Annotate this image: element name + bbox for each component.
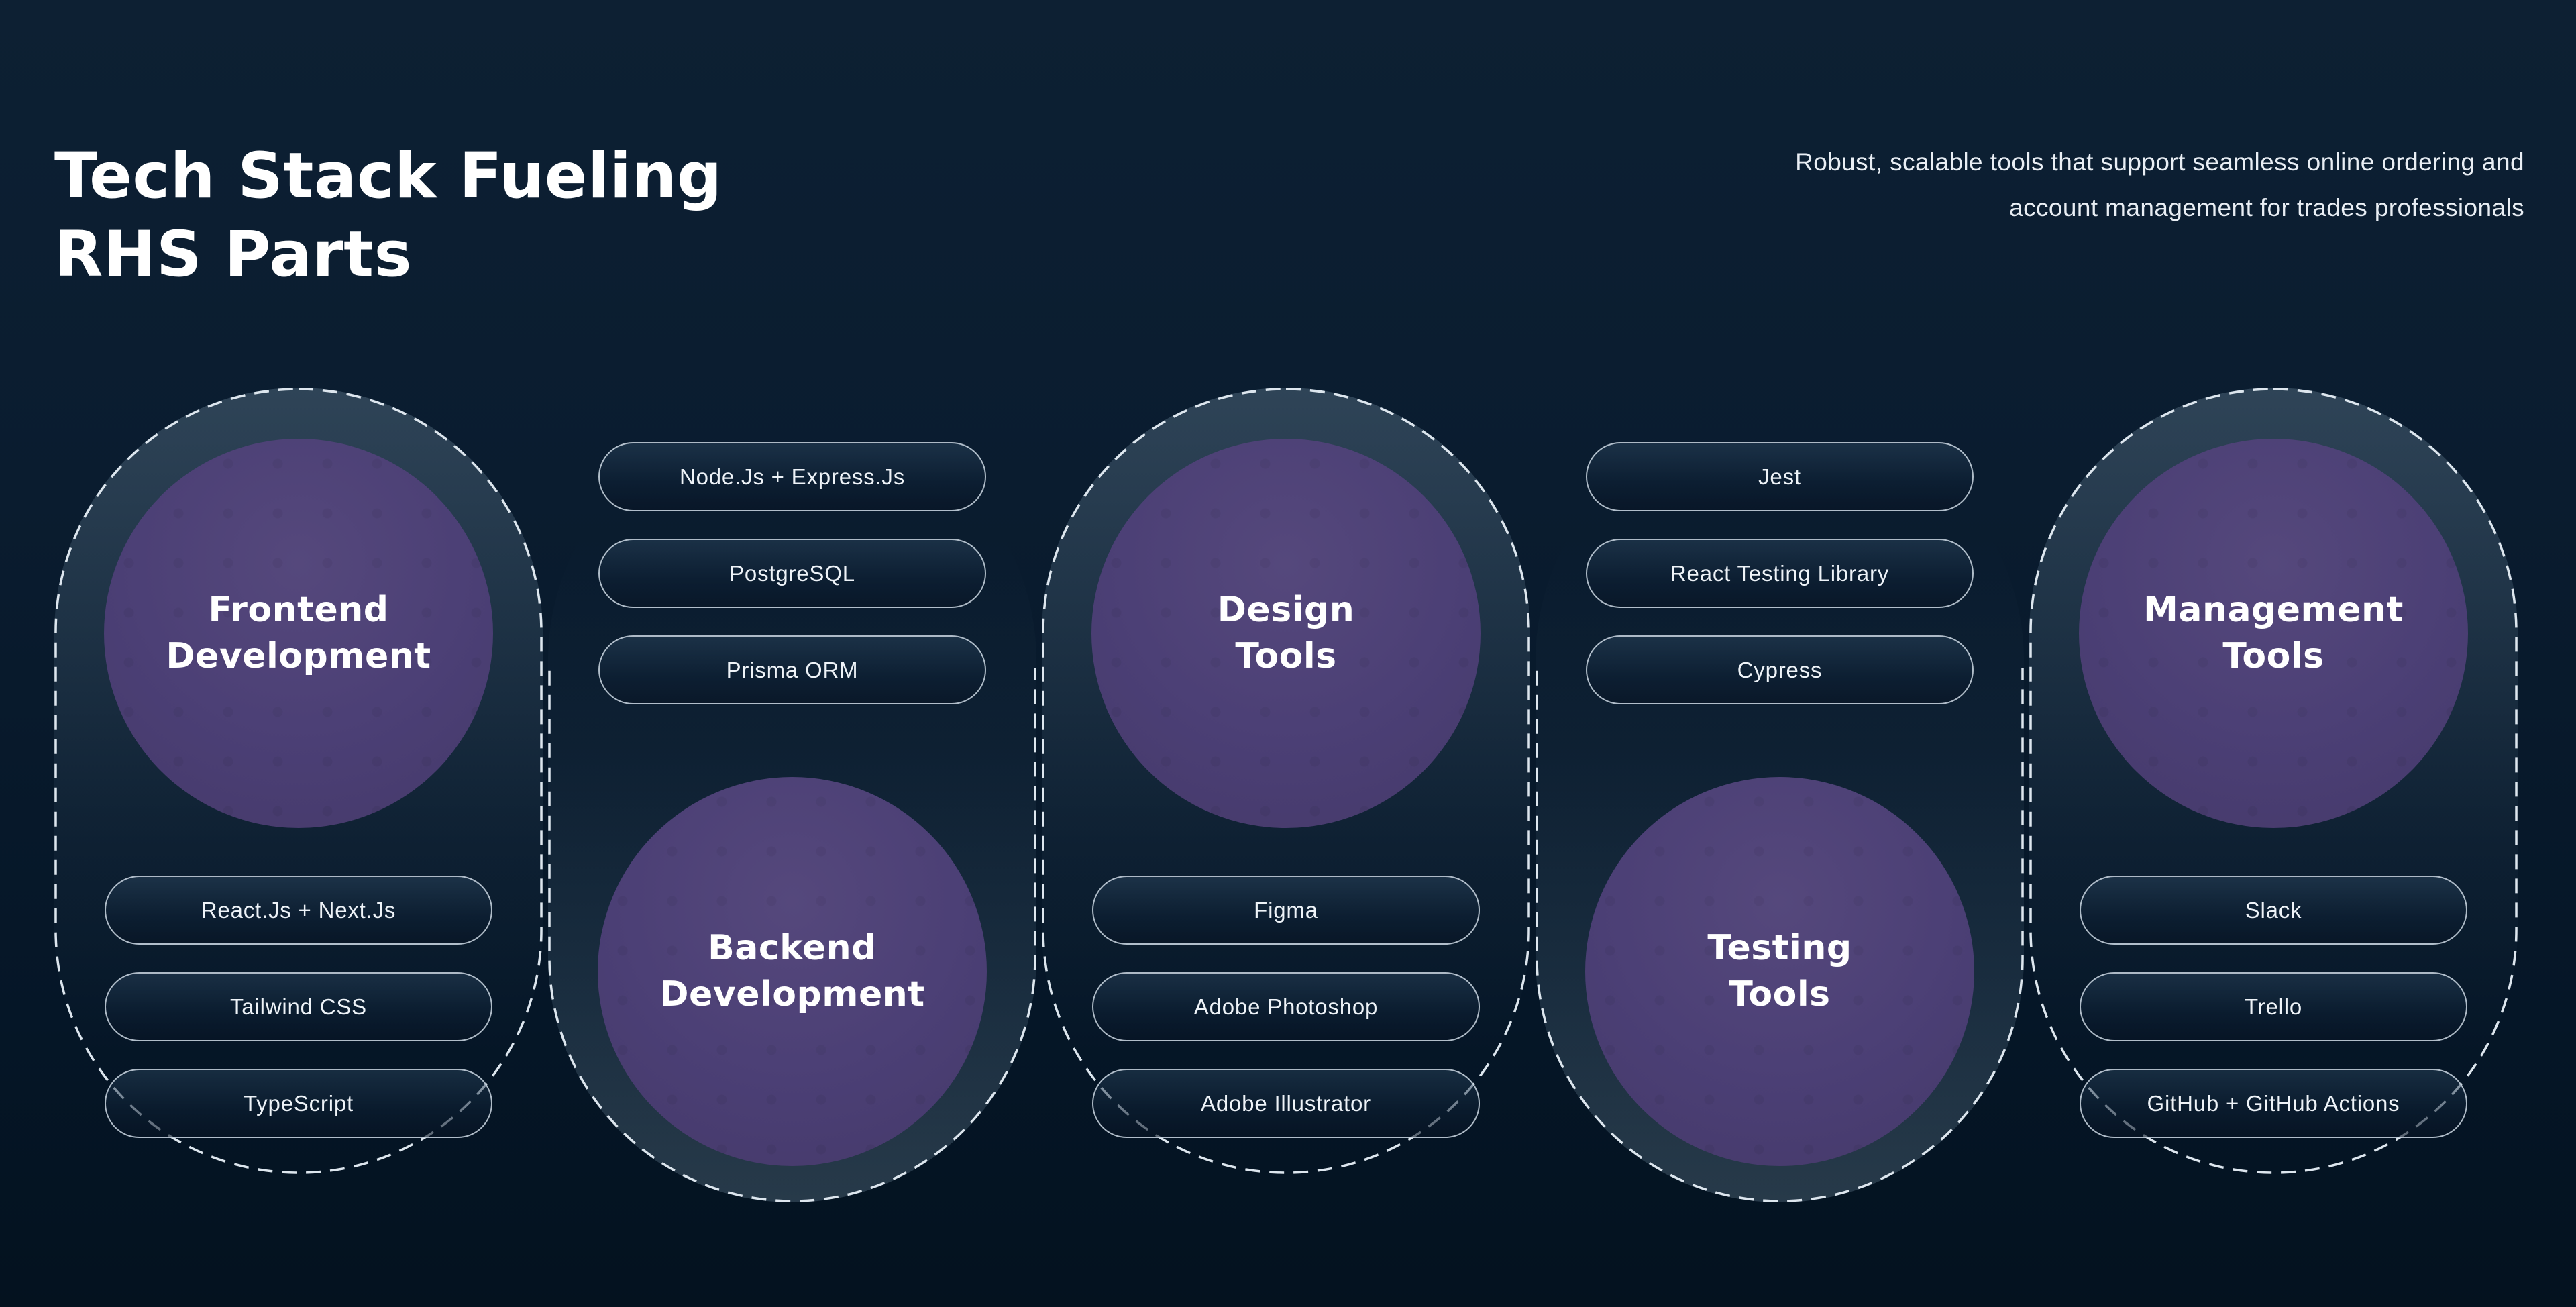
tech-pill-label: Jest bbox=[1758, 464, 1801, 490]
tech-pill-label: TypeScript bbox=[244, 1091, 354, 1116]
category-circle: Testing Tools bbox=[1585, 777, 1974, 1166]
category-circle: Design Tools bbox=[1091, 439, 1481, 828]
category-title: Testing Tools bbox=[1707, 925, 1851, 1017]
tech-pill: Prisma ORM bbox=[598, 635, 986, 704]
tech-pill-label: Adobe Illustrator bbox=[1201, 1091, 1371, 1116]
tech-pill: Tailwind CSS bbox=[105, 972, 492, 1041]
category-column-management-tools: Management Tools Slack Trello GitHub + G… bbox=[2029, 388, 2518, 1174]
category-title: Backend Development bbox=[659, 925, 924, 1017]
page-subtitle: Robust, scalable tools that support seam… bbox=[1451, 140, 2524, 231]
tech-pill-label: PostgreSQL bbox=[729, 561, 855, 586]
tech-pill: Trello bbox=[2080, 972, 2467, 1041]
tech-pill-label: Prisma ORM bbox=[727, 658, 859, 683]
tech-pill: React.Js + Next.Js bbox=[105, 876, 492, 945]
tech-pill-label: GitHub + GitHub Actions bbox=[2147, 1091, 2400, 1116]
tech-pill: GitHub + GitHub Actions bbox=[2080, 1069, 2467, 1138]
tech-pill: PostgreSQL bbox=[598, 539, 986, 608]
category-circle: Management Tools bbox=[2079, 439, 2468, 828]
category-title: Management Tools bbox=[2143, 587, 2404, 679]
tech-pill: Figma bbox=[1092, 876, 1480, 945]
infographic-page: { "header": { "title_lines": ["Tech Stac… bbox=[0, 0, 2576, 1307]
category-column-testing-tools: Jest React Testing Library Cypress Testi… bbox=[1536, 416, 2024, 1202]
category-title: Design Tools bbox=[1218, 587, 1354, 679]
tech-pill-label: React.Js + Next.Js bbox=[201, 898, 396, 923]
category-title: Frontend Development bbox=[166, 587, 431, 679]
category-circle: Frontend Development bbox=[104, 439, 493, 828]
tech-pill: Adobe Photoshop bbox=[1092, 972, 1480, 1041]
tech-pill-label: Slack bbox=[2245, 898, 2302, 923]
category-column-frontend-development: Frontend Development React.Js + Next.Js … bbox=[54, 388, 543, 1174]
tech-pill-label: Adobe Photoshop bbox=[1194, 994, 1378, 1020]
tech-pill: TypeScript bbox=[105, 1069, 492, 1138]
category-column-design-tools: Design Tools Figma Adobe Photoshop Adobe… bbox=[1042, 388, 1530, 1174]
tech-pill-label: Trello bbox=[2245, 994, 2302, 1020]
tech-pill-label: Node.Js + Express.Js bbox=[680, 464, 905, 490]
tech-pill: Jest bbox=[1586, 442, 1974, 511]
tech-pill: Node.Js + Express.Js bbox=[598, 442, 986, 511]
tech-pill-label: Tailwind CSS bbox=[230, 994, 367, 1020]
tech-pill: Adobe Illustrator bbox=[1092, 1069, 1480, 1138]
page-title: Tech Stack Fueling RHS Parts bbox=[54, 138, 722, 294]
tech-pill-label: React Testing Library bbox=[1670, 561, 1889, 586]
category-circle: Backend Development bbox=[598, 777, 987, 1166]
tech-pill: Cypress bbox=[1586, 635, 1974, 704]
tech-pill: Slack bbox=[2080, 876, 2467, 945]
tech-pill-label: Figma bbox=[1254, 898, 1318, 923]
category-column-backend-development: Node.Js + Express.Js PostgreSQL Prisma O… bbox=[548, 416, 1036, 1202]
tech-pill-label: Cypress bbox=[1737, 658, 1823, 683]
tech-pill: React Testing Library bbox=[1586, 539, 1974, 608]
